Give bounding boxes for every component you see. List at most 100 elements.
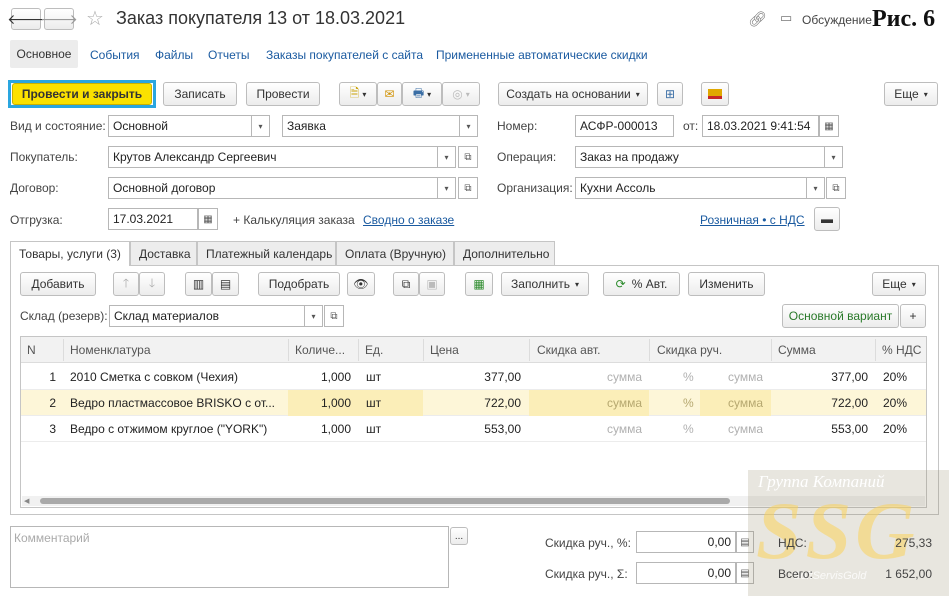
star-icon[interactable]: ☆ [86,6,104,31]
buyer-label: Покупатель: [10,150,78,164]
discussion-link[interactable]: Обсуждение [802,13,872,27]
misc-button[interactable]: ◎ ▾ [442,82,480,106]
number-field[interactable]: АСФР-000013 [575,115,674,137]
fill-button[interactable]: Заполнить ▾ [501,272,589,296]
comment-field[interactable]: Комментарий [10,526,449,588]
date-calendar-button[interactable]: ▦ [819,115,839,137]
tab-events[interactable]: События [90,48,140,62]
contract-open-button[interactable]: ⧉ [458,177,478,199]
scanner-button[interactable]: ▤ [212,272,239,296]
col-nomenclature[interactable]: Номенклатура [70,337,151,363]
state-field[interactable]: Заявка [282,115,460,137]
operation-field[interactable]: Заказ на продажу [575,146,825,168]
barcode-icon: ▥ [192,277,205,291]
col-vat[interactable]: % НДС [882,337,921,363]
manual-discount-pct-field[interactable]: 0,00 [636,531,736,553]
discussion-icon[interactable]: ▭ [780,10,792,26]
create-based-on-button[interactable]: Создать на основании ▾ [498,82,648,106]
link-icon[interactable]: 🔗︎ [748,10,767,28]
new-doc-button[interactable]: 🗎 ▾ [339,82,377,106]
move-down-button[interactable]: 🡓 [139,272,165,296]
barcode-button[interactable]: ▥ [185,272,212,296]
state-dropdown[interactable]: ▾ [460,115,478,137]
buyer-dropdown[interactable]: ▾ [438,146,456,168]
contract-field[interactable]: Основной договор [108,177,438,199]
tab-files[interactable]: Файлы [155,48,193,62]
shipment-calendar-button[interactable]: ▦ [198,208,218,230]
shipment-date-field[interactable]: 17.03.2021 [108,208,198,230]
table-settings-button[interactable]: ▦ [465,272,493,296]
row-vat: 20% [883,370,908,384]
order-summary-link[interactable]: Сводно о заказе [363,213,454,227]
date-field[interactable]: 18.03.2021 9:41:54 [702,115,819,137]
vat-value: 275,33 [895,536,932,550]
change-button[interactable]: Изменить [688,272,765,296]
calculation-toggle[interactable]: + Калькуляция заказа [233,213,355,227]
move-up-button[interactable]: 🡑 [113,272,139,296]
col-price[interactable]: Цена [430,337,459,363]
row-auto-discount: сумма [606,396,642,410]
col-auto-discount[interactable]: Скидка авт. [537,337,600,363]
warehouse-field[interactable]: Склад материалов [109,305,305,327]
contract-dropdown[interactable]: ▾ [438,177,456,199]
manual-discount-pct-label: Скидка руч., %: [545,536,631,550]
tab-auto-discounts[interactable]: Примененные автоматические скидки [436,48,648,62]
warehouse-dropdown[interactable]: ▾ [305,305,323,327]
select-items-button[interactable]: Подобрать [258,272,340,296]
col-n[interactable]: N [27,337,36,363]
tab-delivery-label: Доставка [139,246,191,261]
structure-button[interactable]: ⊞ [657,82,683,106]
tab-delivery[interactable]: Доставка [130,241,197,265]
table-more-button[interactable]: Еще ▾ [872,272,926,296]
kind-dropdown[interactable]: ▾ [252,115,270,137]
copy-rows-button[interactable]: ⧉ [393,272,419,296]
tab-additional[interactable]: Дополнительно [454,241,555,265]
kind-field[interactable]: Основной [108,115,252,137]
buyer-field[interactable]: Крутов Александр Сергеевич [108,146,438,168]
save-button[interactable]: Записать [163,82,237,106]
manual-discount-sum-field[interactable]: 0,00 [636,562,736,584]
col-quantity[interactable]: Количе... [295,337,345,363]
col-unit[interactable]: Ед. [365,337,383,363]
add-variant-button[interactable]: + [900,304,926,328]
calendar-icon: ▦ [203,213,213,225]
tab-payment-manual[interactable]: Оплата (Вручную) [336,241,454,265]
add-row-button[interactable]: Добавить [20,272,96,296]
organization-field[interactable]: Кухни Ассоль [575,177,807,199]
print-button[interactable]: 🖶 ▾ [402,82,442,106]
warehouse-open-button[interactable]: ⧉ [324,305,344,327]
payment-card-button[interactable]: ▬ [814,207,840,231]
forward-button[interactable]: 🡒 [40,8,78,30]
price-type-link[interactable]: Розничная • с НДС [700,213,805,227]
row-qty: 1,000 [320,370,351,384]
tab-additional-label: Дополнительно [463,246,550,261]
more-button[interactable]: Еще ▾ [884,82,938,106]
scrollbar-thumb[interactable] [40,498,730,504]
organization-open-button[interactable]: ⧉ [826,177,846,199]
page-title: Заказ покупателя 13 от 18.03.2021 [116,8,406,28]
paste-rows-button[interactable]: ▣ [419,272,445,296]
row-manual-discount-pct: % [683,396,694,410]
row-sum: 722,00 [831,396,868,410]
organization-dropdown[interactable]: ▾ [807,177,825,199]
tab-payment-calendar[interactable]: Платежный календарь [197,241,336,265]
auto-discount-button[interactable]: ⟳ % Авт. [603,272,680,296]
tab-reports[interactable]: Отчеты [208,48,249,62]
tab-site-orders[interactable]: Заказы покупателей с сайта [266,48,423,62]
email-button[interactable]: ✉ [377,82,402,106]
col-manual-discount[interactable]: Скидка руч. [657,337,722,363]
calendar-icon: ▦ [824,120,834,132]
tab-goods[interactable]: Товары, услуги (3) [10,241,130,266]
post-and-close-button[interactable]: Провести и закрыть [12,83,152,105]
back-button[interactable]: 🡐 [7,8,45,30]
operation-dropdown[interactable]: ▾ [825,146,843,168]
view-button[interactable]: 👁 [347,272,375,296]
post-button[interactable]: Провести [246,82,320,106]
main-variant-button[interactable]: Основной вариант [782,304,899,328]
scrollbar-left-arrow[interactable]: ◀ [24,497,29,505]
buyer-open-button[interactable]: ⧉ [458,146,478,168]
col-sum[interactable]: Сумма [778,337,816,363]
cash-register-button[interactable] [701,82,729,106]
comment-expand-button[interactable]: ... [450,527,468,545]
tab-main[interactable]: Основное [10,40,78,68]
